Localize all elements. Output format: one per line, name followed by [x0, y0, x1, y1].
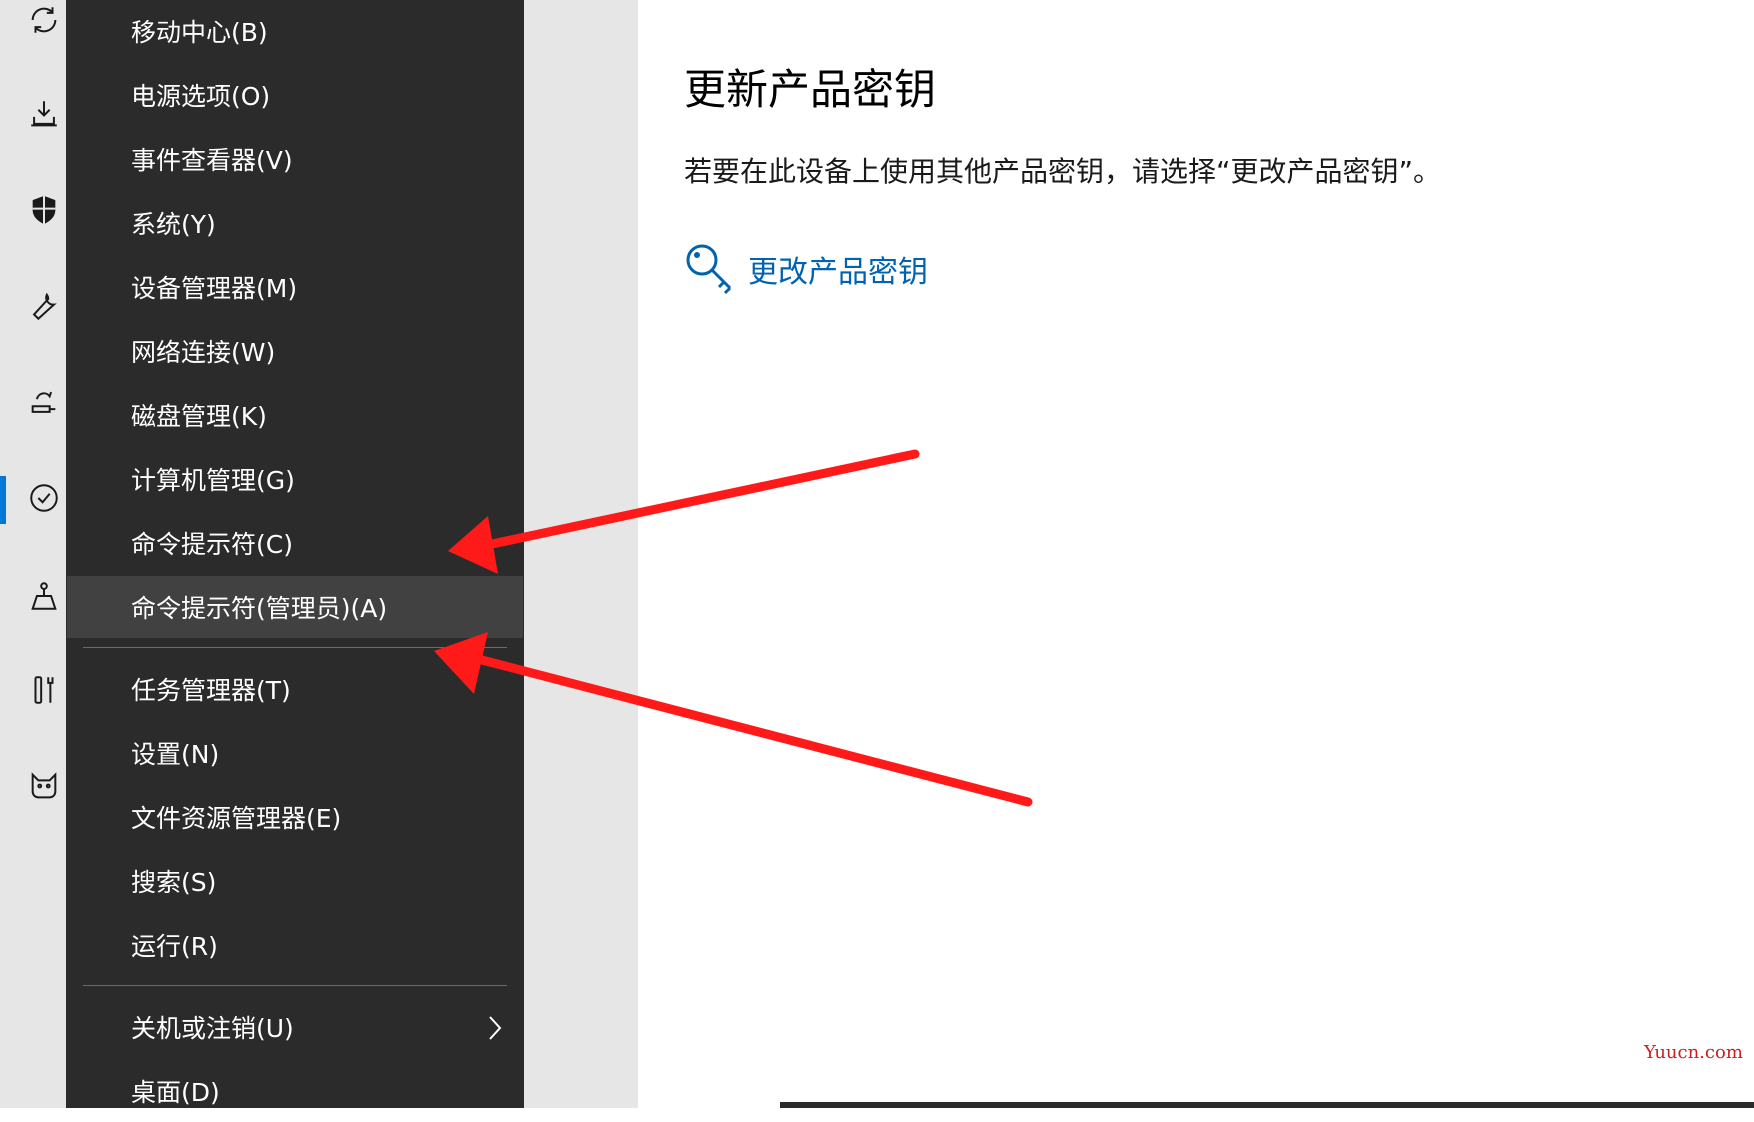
recovery-icon[interactable]	[26, 384, 62, 420]
find-device-icon[interactable]	[26, 578, 62, 614]
menu-item-search[interactable]: 搜索(S)	[67, 850, 523, 912]
menu-item-desktop[interactable]: 桌面(D)	[67, 1060, 523, 1122]
change-product-key-label: 更改产品密钥	[748, 255, 928, 290]
sync-icon[interactable]	[26, 2, 62, 38]
menu-item-computer-management[interactable]: 计算机管理(G)	[67, 448, 523, 510]
menu-item-device-manager[interactable]: 设备管理器(M)	[67, 256, 523, 318]
menu-separator	[83, 647, 507, 648]
menu-item-shutdown-or-sign-out[interactable]: 关机或注销(U)	[67, 996, 523, 1058]
menu-item-run[interactable]: 运行(R)	[67, 914, 523, 976]
menu-item-network-connections[interactable]: 网络连接(W)	[67, 320, 523, 382]
watermark: Yuucn.com	[1644, 1042, 1743, 1063]
taskbar-edge	[780, 1102, 1754, 1108]
menu-separator	[83, 985, 507, 986]
menu-item-settings[interactable]: 设置(N)	[67, 722, 523, 784]
change-product-key-link[interactable]: 更改产品密钥	[684, 240, 928, 298]
page-title: 更新产品密钥	[684, 65, 937, 114]
menu-item-command-prompt-admin[interactable]: 命令提示符(管理员)(A)	[67, 576, 523, 638]
menu-item-task-manager[interactable]: 任务管理器(T)	[67, 658, 523, 720]
key-icon	[686, 244, 732, 295]
winx-context-menu: 移动中心(B) 电源选项(O) 事件查看器(V) 系统(Y) 设备管理器(M) …	[66, 0, 524, 1108]
menu-item-system[interactable]: 系统(Y)	[67, 192, 523, 254]
settings-nav-background	[524, 0, 638, 1108]
menu-item-file-explorer[interactable]: 文件资源管理器(E)	[67, 786, 523, 848]
menu-item-mobility-center[interactable]: 移动中心(B)	[67, 0, 523, 62]
menu-item-power-options[interactable]: 电源选项(O)	[67, 64, 523, 126]
active-indicator	[0, 476, 6, 524]
download-icon[interactable]	[26, 96, 62, 132]
developer-tools-icon[interactable]	[26, 672, 62, 708]
menu-item-command-prompt[interactable]: 命令提示符(C)	[67, 512, 523, 574]
settings-icon-rail	[0, 0, 66, 1108]
page-description: 若要在此设备上使用其他产品密钥，请选择“更改产品密钥”。	[684, 155, 1442, 188]
chevron-right-icon	[489, 1016, 502, 1040]
wrench-icon[interactable]	[26, 288, 62, 324]
insider-cat-icon[interactable]	[26, 768, 62, 804]
activation-check-icon[interactable]	[26, 480, 62, 516]
menu-item-label: 关机或注销(U)	[131, 1014, 294, 1043]
shield-icon[interactable]	[26, 192, 62, 228]
menu-item-event-viewer[interactable]: 事件查看器(V)	[67, 128, 523, 190]
menu-item-disk-management[interactable]: 磁盘管理(K)	[67, 384, 523, 446]
